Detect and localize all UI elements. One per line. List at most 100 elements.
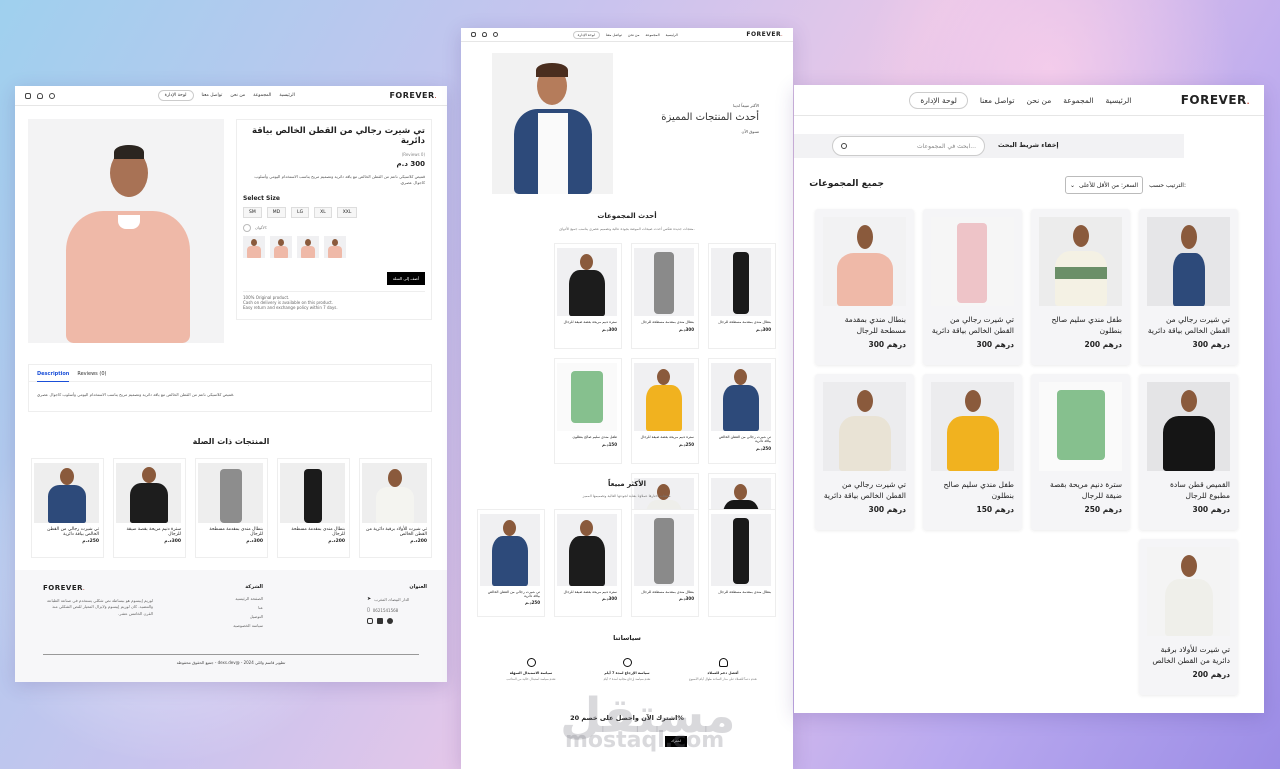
product-price: 300 د.م (396, 160, 425, 168)
product-card[interactable]: بنطال مندي بمقدمة مسطحة للرجال 300د.م (195, 458, 268, 558)
logo[interactable]: FOREVER. (1181, 93, 1250, 107)
admin-button[interactable]: لوحة الإدارة (909, 91, 968, 109)
nav-home[interactable]: الرئيسية (279, 93, 295, 98)
nav-collection[interactable]: المجموعة (645, 33, 659, 37)
nav-home[interactable]: الرئيسية (666, 33, 678, 37)
size-option[interactable]: MD (266, 206, 287, 218)
nav-collection[interactable]: المجموعة (253, 93, 271, 98)
instagram-icon[interactable] (367, 618, 373, 624)
user-icon[interactable] (37, 92, 43, 99)
product-card[interactable]: بنطال مندي بمقدمة مسطحة للرجال 300د.م (631, 243, 699, 349)
product-description: قميص كلاسيكي ناعم من القطن الخالص مع ياق… (254, 174, 425, 186)
address-text: الدار البيضاء، المغرب (374, 596, 410, 602)
all-collections-title: جميع المجموعات (809, 179, 884, 189)
nav-contact[interactable]: تواصل معنا (980, 96, 1015, 105)
footer-link[interactable]: الصفحة الرئيسية (203, 596, 263, 601)
sort-select[interactable]: ⌄ السعر: من الأقل للأعلى (1065, 176, 1144, 194)
product-card-price: 250د.م (756, 446, 771, 451)
hero-text: الأكثر مبيعاً لدينا أحدث المنتجات المميز… (631, 103, 759, 134)
admin-button[interactable]: لوحة الإدارة (157, 90, 194, 101)
product-image (823, 382, 906, 471)
product-card-price: 300د.م (602, 596, 617, 601)
product-card[interactable]: بنطال مندي بمقدمة مسطحة للرجال (708, 509, 776, 617)
facebook-icon[interactable] (387, 618, 393, 624)
product-card[interactable]: طفل مندي سليم صالح بنطلون 150د.م (554, 358, 622, 464)
nav-about[interactable]: من نحن (230, 93, 245, 98)
footer-link[interactable]: سياسة الخصوصية (203, 623, 263, 628)
product-card[interactable]: تي شيرت للأولاد برقبة دائرية من القطن ال… (1139, 539, 1238, 695)
nav-contact[interactable]: تواصل معنا (606, 33, 622, 37)
product-card[interactable]: بنطال مندي بمقدمة مسطحة للرجال 200د.م (277, 458, 350, 558)
product-card-name: سترة دنيم مريحة بقصة ضيقة للرجال (640, 435, 694, 439)
logo[interactable]: FOREVER. (389, 91, 437, 100)
size-option[interactable]: XXL (336, 206, 358, 218)
nav-links: الرئيسية المجموعة من نحن تواصل معنا لوحة… (567, 30, 678, 39)
product-card[interactable]: تي شيرت رجالي من القطن الخالص بياقة دائر… (477, 509, 545, 617)
product-image (1147, 217, 1230, 306)
user-icon[interactable] (482, 32, 487, 37)
thumbnail[interactable] (297, 235, 319, 258)
tab-reviews[interactable]: Reviews (0) (77, 371, 106, 381)
latest-subtitle: منتجات جديدة تعكس أحدث صيحات الموضة بجود… (559, 227, 695, 231)
product-card[interactable]: تي شيرت رجالي من القطن الخالص بياقة دائر… (1139, 209, 1238, 365)
note-line: Easy return and exchange policy within 7… (243, 304, 338, 310)
cart-icon[interactable] (471, 32, 476, 37)
product-card-name: تي شيرت رجالي من القطن الخالص بياقة دائر… (931, 315, 1014, 336)
product-card-price: درهم 250 (1084, 504, 1122, 514)
product-card[interactable]: سترة دنيم مريحة بقصة ضيقة للرجال 300د.م (554, 243, 622, 349)
watermark-url: mostaql.com (565, 728, 725, 753)
thumbnail[interactable] (324, 235, 346, 258)
product-card[interactable]: طفل مندي سليم صالح بنطلون درهم 150 (923, 374, 1022, 530)
product-card-price: درهم 200 (1084, 339, 1122, 349)
logo[interactable]: FOREVER. (746, 31, 783, 38)
bestseller-grid: بنطال مندي بمقدمة مسطحة للرجال بنطال مند… (477, 509, 776, 617)
nav-about[interactable]: من نحن (1027, 96, 1052, 105)
product-card[interactable]: سترة دنيم مريحة بقصة ضيقة للرجال 300د.م (554, 509, 622, 617)
color-swatch[interactable] (243, 223, 251, 232)
add-to-cart-button[interactable]: أضف إلى السلة (386, 271, 425, 285)
search-input[interactable]: ابحث في المجموعات... (832, 136, 985, 156)
nav-links: الرئيسية المجموعة من نحن تواصل معنا لوحة… (150, 90, 295, 101)
cart-icon[interactable] (25, 92, 31, 99)
nav-collection[interactable]: المجموعة (1063, 96, 1093, 105)
search-icon[interactable] (49, 92, 55, 99)
product-card[interactable]: طفل مندي سليم صالح بنطلون درهم 200 (1031, 209, 1130, 365)
hero-cta[interactable]: تسوق الآن (631, 129, 759, 134)
footer-link[interactable]: التوصيل (203, 614, 263, 619)
product-card[interactable]: بنطال مندي بمقدمة مسطحة للرجال 300د.م (631, 509, 699, 617)
thumbnail[interactable] (270, 235, 292, 258)
hide-search-toggle[interactable]: إخفاء شريط البحث (998, 141, 1059, 149)
size-option[interactable]: SM (243, 206, 262, 218)
admin-button[interactable]: لوحة الإدارة (572, 30, 600, 39)
product-image (931, 217, 1014, 306)
search-icon[interactable] (841, 143, 847, 149)
product-card[interactable]: سترة دنيم مريحة بقصة ضيقة للرجال 300د.م (113, 458, 186, 558)
thumbnail[interactable] (243, 235, 265, 258)
nav-home[interactable]: الرئيسية (1106, 96, 1132, 105)
product-notes: 100% Original product. Cash on delivery … (243, 290, 425, 310)
tab-content: قميص كلاسيكي ناعم من القطن الخالص مع ياق… (37, 392, 235, 397)
footer-link[interactable]: عنا (203, 605, 263, 610)
size-option[interactable]: XL (314, 206, 332, 218)
product-card[interactable]: تي شيرت رجالي من القطن الخالص بياقة دائر… (923, 209, 1022, 365)
product-card[interactable]: تي شيرت رجالي من القطن الخالص بياقة دائر… (708, 358, 776, 464)
tab-description[interactable]: Description (37, 371, 70, 382)
product-card[interactable]: بنطال مندي بمقدمة مسطحة للرجال 300د.م (708, 243, 776, 349)
product-card[interactable]: سترة دنيم مريحة بقصة ضيقة للرجال 250د.م (631, 358, 699, 464)
product-card[interactable]: القميص قطن سادة مطبوع للرجال درهم 300 (1139, 374, 1238, 530)
size-options: SM MD LG XL XXL (243, 206, 425, 218)
policy-title: أفضل دعم للعملاء (707, 671, 739, 675)
product-card[interactable]: سترة دنيم مريحة بقصة ضيقة للرجال درهم 25… (1031, 374, 1130, 530)
product-card-price: درهم 300 (976, 339, 1014, 349)
size-option[interactable]: LG (291, 206, 310, 218)
search-icon[interactable] (493, 32, 498, 37)
linkedin-icon[interactable] (377, 618, 383, 624)
product-card[interactable]: تي شيرت رجالي من القطن الخالص بياقة دائر… (815, 374, 914, 530)
headset-icon (718, 658, 728, 667)
product-card[interactable]: بنطال مندي بمقدمة مسطحة للرجال درهم 300 (815, 209, 914, 365)
product-card[interactable]: تي شيرت رجالي من القطن الخالص بياقة دائر… (31, 458, 104, 558)
phone-icon: ▯ (367, 607, 370, 613)
nav-contact[interactable]: تواصل معنا (202, 93, 223, 98)
product-card[interactable]: تي شيرت للأولاد برقبة دائرية من القطن ال… (359, 458, 432, 558)
nav-about[interactable]: من نحن (628, 33, 640, 37)
